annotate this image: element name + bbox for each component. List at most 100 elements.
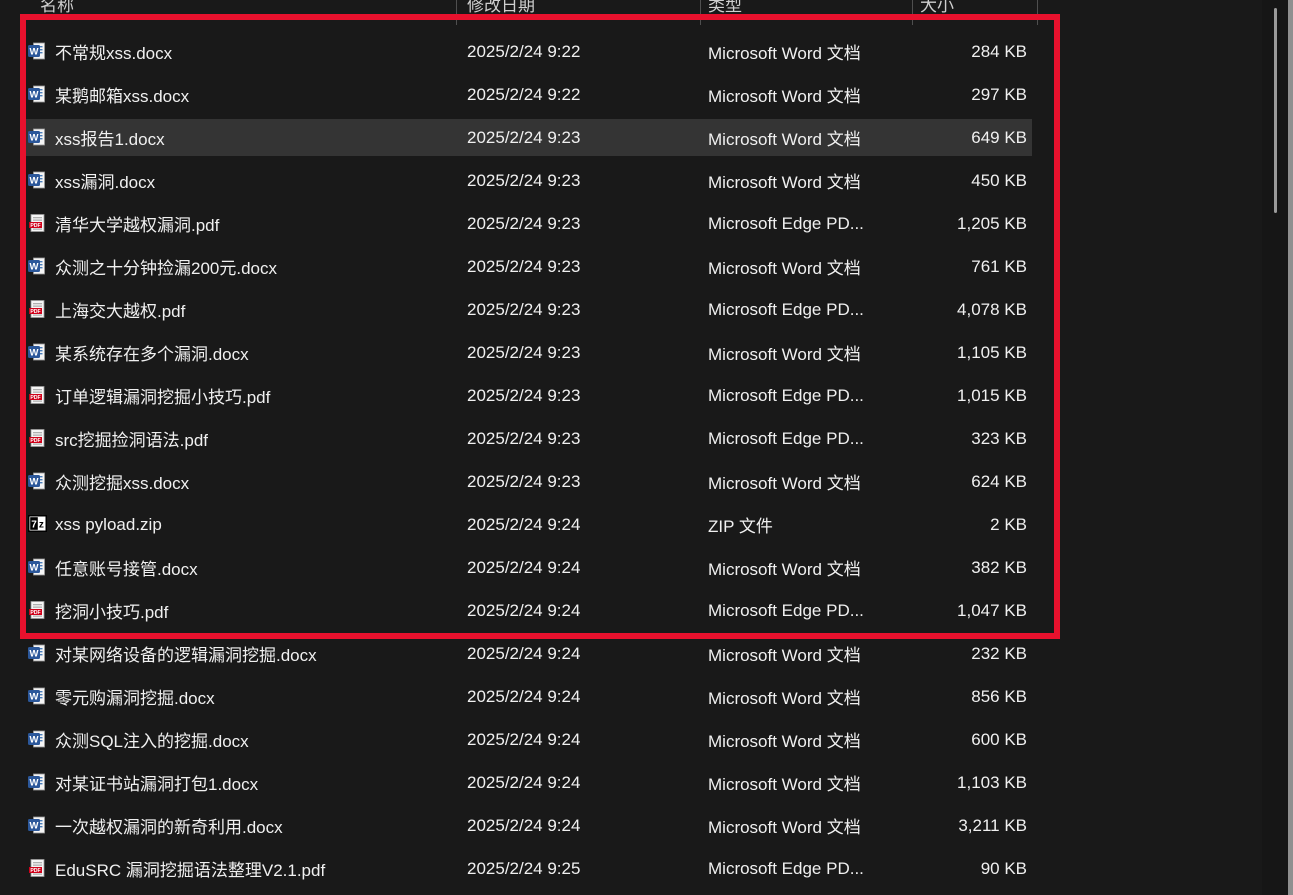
word-document-icon: W [28,816,46,835]
svg-text:W: W [30,649,39,660]
file-type: Microsoft Word 文档 [708,82,908,107]
file-date-modified: 2025/2/24 9:24 [467,687,708,707]
word-document-icon: W [28,128,46,147]
file-name: 某鹅邮箱xss.docx [55,82,189,107]
file-row[interactable]: PDF 订单逻辑漏洞挖掘小技巧.pdf 2025/2/24 9:23 Micro… [0,377,1027,414]
file-date-modified: 2025/2/24 9:23 [467,300,708,320]
file-name: 对某网络设备的逻辑漏洞挖掘.docx [55,641,317,666]
file-row[interactable]: W 众测挖掘xss.docx 2025/2/24 9:23 Microsoft … [0,463,1027,500]
pdf-document-icon: PDF [28,386,46,405]
column-divider[interactable] [700,0,701,25]
file-row[interactable]: W 众测SQL注入的挖掘.docx 2025/2/24 9:24 Microso… [0,721,1027,758]
file-type: Microsoft Word 文档 [708,555,908,580]
scrollbar-thumb[interactable] [1274,8,1277,213]
svg-text:W: W [30,821,39,832]
svg-text:W: W [30,262,39,273]
file-row[interactable]: W 对某网络设备的逻辑漏洞挖掘.docx 2025/2/24 9:24 Micr… [0,635,1027,672]
file-size: 2 KB [908,515,1027,535]
file-row[interactable]: W 众测之十分钟捡漏200元.docx 2025/2/24 9:23 Micro… [0,248,1027,285]
file-row[interactable]: PDF src挖掘捡洞语法.pdf 2025/2/24 9:23 Microso… [0,420,1027,457]
file-type: Microsoft Word 文档 [708,39,908,64]
column-header-type[interactable]: 类型 [708,0,742,16]
column-divider[interactable] [912,0,913,25]
file-name-cell: W 某鹅邮箱xss.docx [0,82,467,107]
file-row[interactable]: 7z xss pyload.zip 2025/2/24 9:24 ZIP 文件 … [0,506,1027,543]
file-row[interactable]: PDF 清华大学越权漏洞.pdf 2025/2/24 9:23 Microsof… [0,205,1027,242]
file-size: 761 KB [908,257,1027,277]
file-size: 284 KB [908,42,1027,62]
file-row[interactable]: PDF EduSRC 漏洞挖掘语法整理V2.1.pdf 2025/2/24 9:… [0,850,1027,887]
file-row[interactable]: W 对某证书站漏洞打包1.docx 2025/2/24 9:24 Microso… [0,764,1027,801]
file-date-modified: 2025/2/24 9:24 [467,515,708,535]
file-type: Microsoft Word 文档 [708,727,908,752]
file-type: Microsoft Word 文档 [708,125,908,150]
svg-text:W: W [30,692,39,703]
file-name: 零元购漏洞挖掘.docx [55,684,215,709]
column-header-date-modified[interactable]: 修改日期 [467,0,535,16]
file-name: xss pyload.zip [55,515,162,535]
file-name: 众测SQL注入的挖掘.docx [55,727,249,752]
file-type: Microsoft Word 文档 [708,340,908,365]
file-size: 297 KB [908,85,1027,105]
column-divider[interactable] [1037,0,1038,25]
svg-text:W: W [30,563,39,574]
file-row[interactable]: W 不常规xss.docx 2025/2/24 9:22 Microsoft W… [0,33,1027,70]
word-document-icon: W [28,85,46,104]
column-header-size[interactable]: 大小 [920,0,954,16]
file-type: Microsoft Word 文档 [708,684,908,709]
file-size: 649 KB [908,128,1027,148]
file-type: Microsoft Edge PD... [708,386,908,406]
word-document-icon: W [28,257,46,276]
file-name-cell: PDF EduSRC 漏洞挖掘语法整理V2.1.pdf [0,856,467,881]
svg-text:W: W [30,735,39,746]
file-row[interactable]: W 某系统存在多个漏洞.docx 2025/2/24 9:23 Microsof… [0,334,1027,371]
pdf-document-icon: PDF [28,429,46,448]
file-name-cell: W 不常规xss.docx [0,39,467,64]
file-size: 624 KB [908,472,1027,492]
file-name: 众测挖掘xss.docx [55,469,189,494]
word-document-icon: W [28,171,46,190]
file-name: 任意账号接管.docx [55,555,198,580]
word-document-icon: W [28,343,46,362]
svg-text:PDF: PDF [30,309,40,315]
file-size: 323 KB [908,429,1027,449]
pdf-document-icon: PDF [28,601,46,620]
file-date-modified: 2025/2/24 9:23 [467,386,708,406]
file-row[interactable]: W 某鹅邮箱xss.docx 2025/2/24 9:22 Microsoft … [0,76,1027,113]
file-row[interactable]: W xss报告1.docx 2025/2/24 9:23 Microsoft W… [0,119,1027,156]
file-type: Microsoft Word 文档 [708,813,908,838]
column-header-bar: 名称 修改日期 类型 大小 [0,0,1293,26]
file-row[interactable]: W xss漏洞.docx 2025/2/24 9:23 Microsoft Wo… [0,162,1027,199]
pdf-document-icon: PDF [28,214,46,233]
word-document-icon: W [28,730,46,749]
file-date-modified: 2025/2/24 9:24 [467,601,708,621]
pdf-document-icon: PDF [28,859,46,878]
file-type: Microsoft Edge PD... [708,601,908,621]
pdf-document-icon: PDF [28,300,46,319]
file-row[interactable]: W 零元购漏洞挖掘.docx 2025/2/24 9:24 Microsoft … [0,678,1027,715]
file-row[interactable]: W 一次越权漏洞的新奇利用.docx 2025/2/24 9:24 Micros… [0,807,1027,844]
file-type: Microsoft Word 文档 [708,770,908,795]
file-name-cell: W xss报告1.docx [0,125,467,150]
file-name-cell: PDF 上海交大越权.pdf [0,297,467,322]
column-divider[interactable] [456,0,457,25]
file-size: 232 KB [908,644,1027,664]
file-row[interactable]: PDF 上海交大越权.pdf 2025/2/24 9:23 Microsoft … [0,291,1027,328]
svg-text:PDF: PDF [30,223,40,229]
column-header-name[interactable]: 名称 [40,0,74,16]
file-name: 订单逻辑漏洞挖掘小技巧.pdf [55,383,270,408]
file-size: 1,105 KB [908,343,1027,363]
file-type: Microsoft Edge PD... [708,214,908,234]
file-row[interactable]: W 任意账号接管.docx 2025/2/24 9:24 Microsoft W… [0,549,1027,586]
file-name: 一次越权漏洞的新奇利用.docx [55,813,283,838]
file-row[interactable]: PDF 挖洞小技巧.pdf 2025/2/24 9:24 Microsoft E… [0,592,1027,629]
file-name-cell: PDF src挖掘捡洞语法.pdf [0,426,467,451]
file-size: 382 KB [908,558,1027,578]
file-name: 众测之十分钟捡漏200元.docx [55,254,277,279]
svg-text:W: W [30,176,39,187]
file-name-cell: W 任意账号接管.docx [0,555,467,580]
file-type: Microsoft Word 文档 [708,641,908,666]
file-size: 450 KB [908,171,1027,191]
file-type: Microsoft Word 文档 [708,469,908,494]
file-name-cell: W 众测挖掘xss.docx [0,469,467,494]
